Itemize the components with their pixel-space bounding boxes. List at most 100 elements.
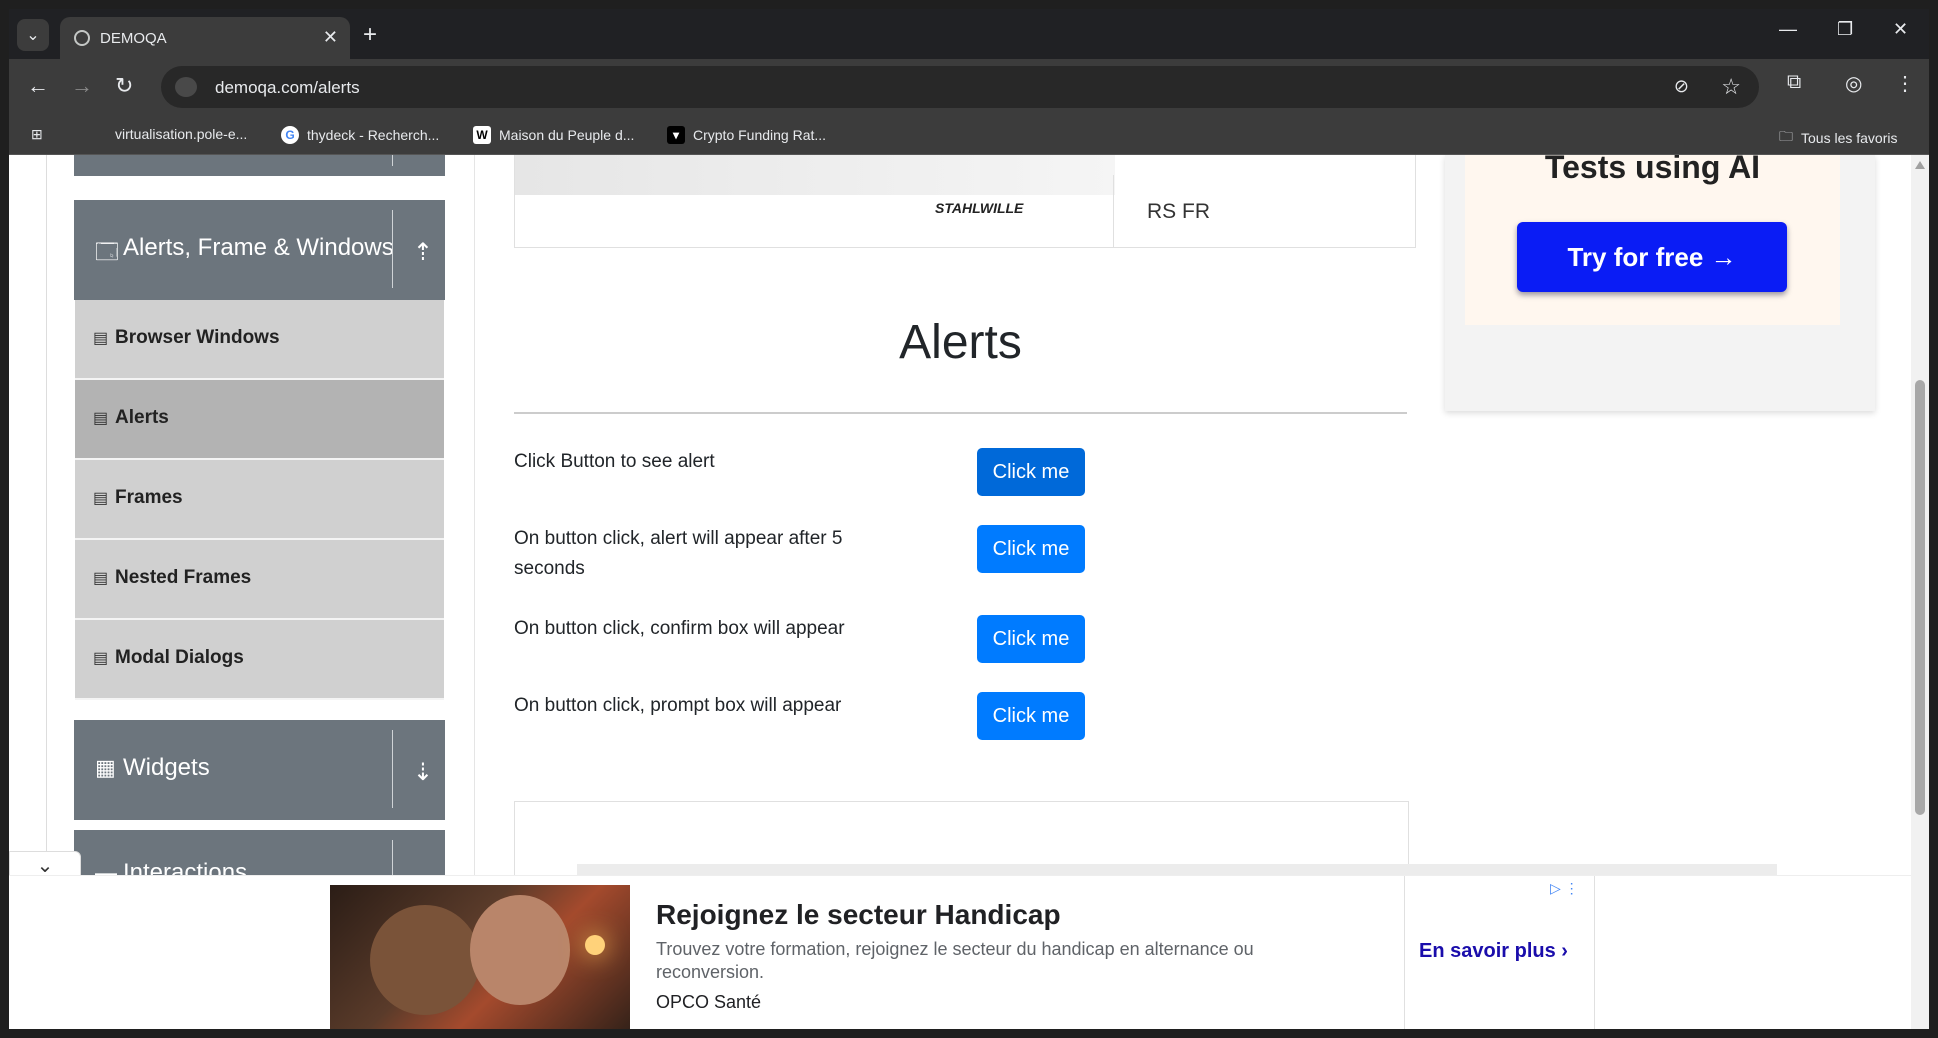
prompt-row-label: On button click, prompt box will appear [514,695,842,716]
divider [46,155,47,875]
forward-icon[interactable]: → [71,73,93,99]
eye-slash-icon[interactable]: ⊘ [1674,76,1689,97]
divider [1404,876,1405,1029]
profile-icon[interactable]: ◎ [1845,71,1862,96]
chevron-down-icon: ⌄ [26,27,40,44]
ad-text: RS FR [1147,200,1210,223]
ad-headline[interactable]: Rejoignez le secteur Handicap [656,899,1061,931]
group-label: Alerts, Frame & Windows [123,234,394,261]
window-icon: 🗔 [95,239,119,264]
html5-icon: ▤ [93,570,109,587]
sidebar-item-modal-dialogs[interactable]: ▤ Modal Dialogs [75,620,444,700]
sidebar-item-nested-frames[interactable]: ▤ Nested Frames [75,540,444,620]
apps-icon[interactable]: ⊞ [31,126,43,143]
group-label: Widgets [123,754,210,781]
sidebar-item-label: Frames [115,487,183,508]
tab-strip: ⌄ DEMOQA ✕ + — ❐ ✕ [9,9,1929,59]
divider [1113,175,1114,247]
learn-more-link[interactable]: En savoir plus › [1419,940,1568,963]
page-title: Alerts [899,316,1022,369]
browser-tab[interactable]: DEMOQA ✕ [60,17,350,59]
chevron-down-icon: ⌄ [36,855,54,875]
expand-arrow-icon[interactable]: ⇣ [413,758,433,787]
browser-toolbar: ← → ↻ demoqa.com/alerts ⊘ ☆ ⧉ ◎ ⋮ [9,59,1929,116]
sidebar-item-frames[interactable]: ▤ Frames [75,460,444,540]
widgets-group-header[interactable]: ▦ Widgets ⇣ [74,720,445,820]
html5-icon: ▤ [93,490,109,507]
url-text: demoqa.com/alerts [215,78,360,97]
sidebar-item-label: Nested Frames [115,567,252,588]
globe-icon [74,30,90,46]
page-scrollbar[interactable] [1911,155,1929,1029]
ad-image [577,864,1777,875]
lamp-shape [585,935,605,955]
bottom-ad-banner[interactable]: Rejoignez le secteur Handicap Trouvez vo… [9,875,1911,1029]
new-tab-button[interactable]: + [363,21,377,49]
prompt-button[interactable]: Click me [977,692,1085,740]
chevron-right-icon: › [1561,940,1568,962]
menu-icon[interactable]: ⋮ [1895,71,1915,96]
divider [392,730,393,808]
tab-search-button[interactable]: ⌄ [17,19,49,51]
alerts-group-header[interactable]: 🗔 Alerts, Frame & Windows ⇡ [74,200,445,300]
group-label: Interactions [123,859,248,875]
confirm-row-label: On button click, confirm box will appear [514,618,845,639]
all-bookmarks[interactable]: 🗀 Tous les favoris [1779,126,1897,150]
reload-icon[interactable]: ↻ [115,73,133,99]
scroll-up-arrow-icon[interactable] [1915,161,1925,169]
bookmark-star-icon[interactable]: ☆ [1721,74,1741,100]
site-icon: ▾ [667,126,685,144]
collapse-ad-button[interactable]: ⌄ [9,851,81,875]
alert-row-label: Click Button to see alert [514,451,715,472]
top-ad-banner[interactable]: STAHLWILLE RS FR [514,155,1416,248]
bookmark-item[interactable]: W Maison du Peuple d... [473,126,634,144]
ad-description: Trouvez votre formation, rejoignez le se… [656,939,1254,982]
site-info-icon[interactable] [175,77,197,97]
restore-icon[interactable]: ❐ [1837,19,1853,40]
back-icon[interactable]: ← [27,73,49,99]
alert-button[interactable]: Click me [977,448,1085,496]
try-for-free-button[interactable]: Try for free → [1517,222,1787,292]
bookmark-item[interactable]: virtualisation.pole-e... [115,126,247,142]
minimize-icon[interactable]: — [1779,19,1797,40]
close-window-icon[interactable]: ✕ [1893,19,1908,40]
folder-icon: 🗀 [1779,128,1793,144]
bookmark-item[interactable]: ▾ Crypto Funding Rat... [667,126,826,144]
ad-logo: STAHLWILLE [935,200,1024,216]
html5-icon: ▤ [93,650,109,667]
close-tab-icon[interactable]: ✕ [323,27,338,48]
address-bar[interactable]: demoqa.com/alerts ⊘ ☆ [161,66,1759,108]
divider [514,412,1407,414]
browser-window: ⌄ DEMOQA ✕ + — ❐ ✕ ← → ↻ demoqa.com/aler… [9,9,1929,1029]
page-content: 🗔 Alerts, Frame & Windows ⇡ ▤ Browser Wi… [9,155,1911,875]
interactions-group-header[interactable]: ▬ Interactions [74,830,445,875]
adchoices-icon[interactable]: ▷ ⋮ [1550,880,1579,897]
extensions-icon[interactable]: ⧉ [1787,71,1801,94]
sidebar-item-label: Modal Dialogs [115,647,244,668]
confirm-button[interactable]: Click me [977,615,1085,663]
sidebar-item-alerts[interactable]: ▤ Alerts [75,380,444,460]
sidebar-item-browser-windows[interactable]: ▤ Browser Windows [75,300,444,380]
ad-heading: Tests using AI [1544,155,1761,185]
sidebar-item-label: Alerts [115,407,169,428]
widgets-icon: ▦ [95,755,116,780]
elements-group-header[interactable] [74,155,445,176]
timer-alert-button[interactable]: Click me [977,525,1085,573]
person-shape [470,895,570,1005]
google-icon: G [281,126,299,144]
divider [392,840,393,875]
ad-image [515,155,1115,195]
divider [474,155,475,875]
scrollbar-thumb[interactable] [1915,380,1925,815]
right-ad-banner[interactable]: Tests using AI Try for free → [1445,155,1875,411]
wikipedia-icon: W [473,126,491,144]
ad-photo [330,885,630,1029]
html5-icon: ▤ [93,410,109,427]
html5-icon: ▤ [93,330,109,347]
ad-advertiser: OPCO Santé [656,992,762,1012]
bookmark-item[interactable]: Gthydeck - Recherch... [281,126,439,144]
person-shape [370,905,480,1015]
collapse-arrow-icon[interactable]: ⇡ [413,238,433,267]
sidebar-item-label: Browser Windows [115,327,280,348]
ad-panel: Tests using AI Try for free → [1465,155,1840,325]
